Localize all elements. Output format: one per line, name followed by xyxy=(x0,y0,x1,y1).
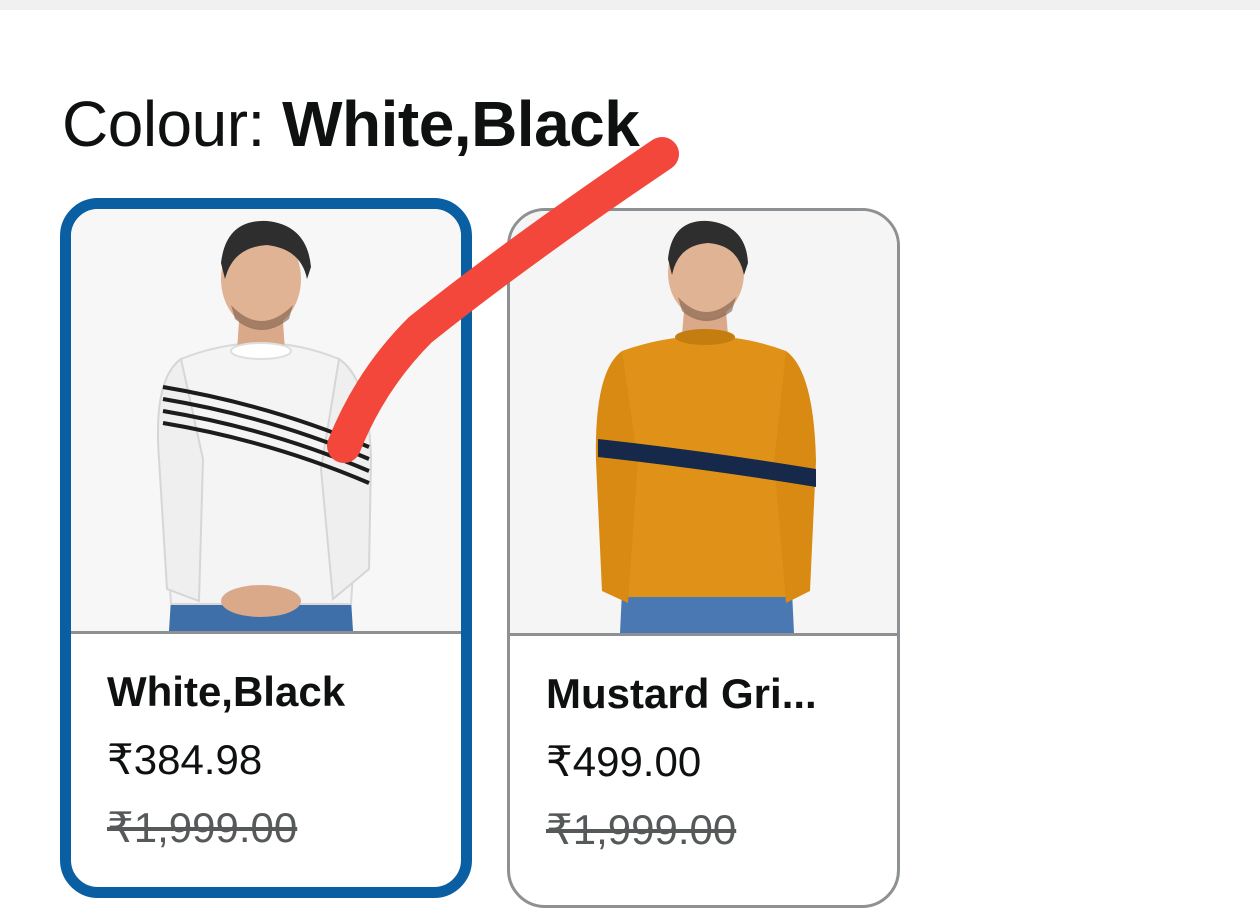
product-image xyxy=(71,209,461,634)
swatch-name: White,Black xyxy=(107,668,346,715)
colour-swatch-white-black[interactable]: White,Black ₹384.98 ₹1,999.00 xyxy=(60,198,472,898)
product-image xyxy=(510,211,897,636)
swatch-price: ₹384.98 xyxy=(107,736,263,783)
swatch-mrp: ₹1,999.00 xyxy=(546,806,737,853)
colour-heading: Colour: White,Black xyxy=(62,84,640,164)
colour-label: Colour: xyxy=(62,88,283,160)
swatch-mrp: ₹1,999.00 xyxy=(107,804,298,851)
colour-swatch-mustard[interactable]: Mustard Gri... ₹499.00 ₹1,999.00 xyxy=(507,208,900,908)
model-white-sweater-image xyxy=(156,220,373,631)
model-mustard-sweater-image xyxy=(595,220,816,633)
top-strip xyxy=(0,0,1260,10)
swatch-name: Mustard Gri... xyxy=(546,670,817,717)
colour-selected-value: White,Black xyxy=(282,88,640,160)
swatch-price: ₹499.00 xyxy=(546,738,702,785)
